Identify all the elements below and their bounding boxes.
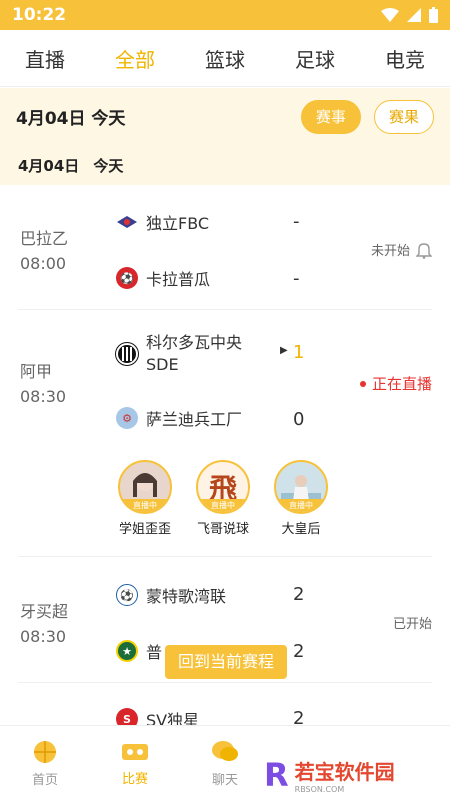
nav-home[interactable]: 首页 (0, 726, 90, 800)
home-team: 独立FBC (116, 210, 209, 234)
home-score: 2 (293, 584, 305, 605)
match-time: 08:00 (20, 254, 67, 273)
system-icons (381, 7, 438, 23)
home-team: S SV独星 (116, 707, 199, 725)
battery-icon (429, 7, 438, 23)
home-score: 2 (293, 708, 305, 725)
back-to-current-button[interactable]: 回到当前赛程 (165, 645, 287, 679)
date-header: 4月04日 今天 赛事 赛果 (0, 88, 450, 145)
match-status: 已开始 (393, 613, 432, 632)
play-indicator-icon: ▶ (280, 345, 288, 356)
date-label: 4月04日 今天 (16, 109, 126, 129)
watermark-r-icon: R (264, 756, 289, 794)
match-time: 08:30 (20, 627, 67, 646)
live-dot-icon (359, 380, 366, 387)
watermark-text: 若宝软件园 RBSON.COM (295, 756, 395, 794)
nav-home-label: 首页 (31, 772, 58, 788)
status-bar: 10:22 (0, 0, 450, 30)
home-team: ⚽ 蒙特歌湾联 (116, 583, 226, 607)
anchor-item[interactable]: 直播中 学姐歪歪 (116, 460, 174, 537)
anchor-list: 直播中 学姐歪歪 飛 直播中 飞哥说球 直播中 大皇后 (116, 460, 330, 537)
home-team-name: 独立FBC (146, 214, 210, 233)
watermark-logo: R 若宝软件园 RBSON.COM (250, 750, 450, 800)
tab-basketball[interactable]: 篮球 (180, 44, 270, 73)
nav-matches-label: 比赛 (121, 771, 148, 787)
team-logo-icon: ★ (116, 640, 138, 662)
tab-esports[interactable]: 电竞 (360, 44, 450, 73)
league-name: 牙买超 (20, 602, 69, 621)
league-info: 阿甲 08:30 (20, 359, 66, 409)
anchor-item[interactable]: 直播中 大皇后 (272, 460, 330, 537)
signal-icon (407, 8, 421, 22)
team-logo-icon: ⚽ (116, 584, 138, 606)
ticket-icon (122, 743, 148, 760)
section-today-label: 今天 (93, 156, 124, 175)
away-team-name: 卡拉普瓜 (146, 270, 211, 289)
league-info: 牙买超 08:30 (20, 599, 68, 649)
events-button[interactable]: 赛事 (300, 99, 361, 134)
away-team: ⚙ 萨兰迪兵工厂 (116, 406, 242, 430)
away-team-name: 萨兰迪兵工厂 (146, 410, 243, 429)
home-team-name: 蒙特歌湾联 (146, 587, 227, 606)
away-team: ⚽ 卡拉普瓜 (116, 266, 210, 290)
anchor-name: 学姐歪歪 (118, 522, 171, 537)
anchor-item[interactable]: 飛 直播中 飞哥说球 (194, 460, 252, 537)
match-time: 08:30 (20, 387, 67, 406)
bell-icon[interactable] (416, 241, 432, 259)
tab-live[interactable]: 直播 (0, 44, 90, 73)
league-name: 巴拉乙 (20, 229, 69, 248)
home-team-name: SV独星 (146, 711, 200, 725)
away-team: ★ 普 (116, 639, 162, 663)
match-row[interactable]: S SV独星 2 (18, 683, 432, 725)
away-score: - (293, 268, 300, 289)
avatar: 飛 直播中 (196, 460, 250, 514)
away-score: 0 (293, 409, 305, 430)
status-label: 未开始 (370, 244, 410, 259)
team-logo-icon (116, 211, 138, 233)
team-logo-icon: ⚙ (116, 407, 138, 429)
league-info: 巴拉乙 08:00 (20, 226, 68, 276)
basketball-icon (34, 740, 56, 763)
home-team-name-line2: SDE (146, 355, 179, 374)
live-tag: 直播中 (276, 499, 326, 512)
match-row[interactable]: 巴拉乙 08:00 独立FBC - ⚽ 卡拉普瓜 - 未开始 (18, 186, 432, 310)
team-logo-icon (116, 343, 138, 365)
section-date-label: 4月04日 (18, 156, 80, 175)
live-tag: 直播中 (198, 499, 248, 512)
home-team-name-block: 科尔多瓦中央 SDE (146, 332, 242, 376)
watermark-brand: 若宝软件园 (294, 760, 395, 784)
watermark-sub: RBSON.COM (294, 785, 345, 794)
league-name: 阿甲 (20, 362, 53, 381)
home-score: 1 (293, 342, 305, 363)
match-status: 未开始 (371, 240, 432, 259)
results-button[interactable]: 赛果 (373, 99, 434, 134)
sport-tabs: 直播 全部 篮球 足球 电竞 (0, 30, 450, 87)
avatar: 直播中 (274, 460, 328, 514)
away-team-name: 普 (146, 643, 163, 662)
tab-all[interactable]: 全部 (90, 44, 180, 73)
avatar: 直播中 (118, 460, 172, 514)
section-date: 4月04日 今天 (0, 145, 450, 185)
anchor-name: 大皇后 (281, 522, 321, 537)
match-status: 正在直播 (359, 373, 432, 394)
live-tag: 直播中 (120, 499, 170, 512)
match-row[interactable]: 阿甲 08:30 科尔多瓦中央 SDE ▶ 1 ⚙ 萨兰迪兵工厂 0 正在直播 (18, 310, 432, 557)
home-score: - (293, 211, 300, 232)
nav-matches[interactable]: 比赛 (90, 726, 180, 800)
nav-chat-label: 聊天 (211, 772, 238, 788)
team-logo-icon: ⚽ (116, 267, 138, 289)
chat-bubble-icon (212, 740, 238, 761)
home-team: 科尔多瓦中央 SDE (116, 332, 242, 376)
away-score: 2 (293, 641, 305, 662)
status-label: 正在直播 (371, 375, 432, 393)
tab-football[interactable]: 足球 (270, 44, 360, 73)
status-label: 已开始 (392, 617, 432, 632)
wifi-icon (381, 8, 399, 22)
team-logo-icon: S (116, 708, 138, 725)
anchor-name: 飞哥说球 (196, 522, 249, 537)
home-team-name: 科尔多瓦中央 (146, 333, 243, 352)
filter-buttons: 赛事 赛果 (293, 99, 434, 134)
status-time: 10:22 (12, 5, 67, 25)
